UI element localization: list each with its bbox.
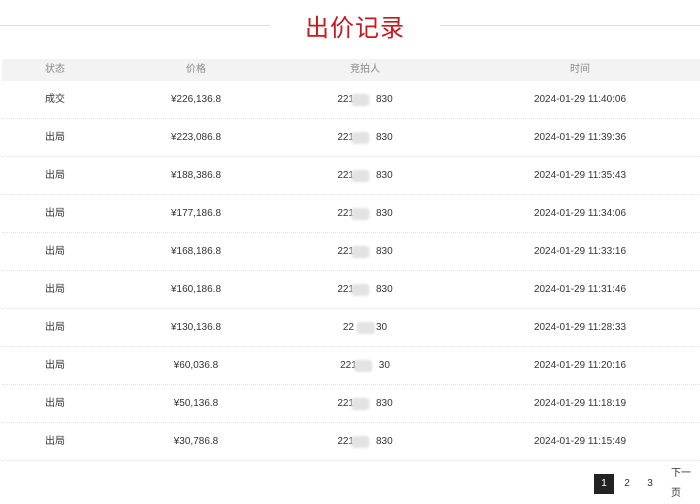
- row-price: ¥188,386.8: [170, 170, 222, 181]
- bidder-id: 221 830: [337, 157, 393, 195]
- row-status: 出局: [45, 322, 65, 333]
- row-status: 出局: [45, 436, 65, 447]
- row-bidder: 221 830: [337, 119, 393, 157]
- table-row: 出局 ¥60,036.8 221 30 2024-01-29 11:20:16: [2, 347, 700, 385]
- page-button-1[interactable]: 1: [594, 474, 614, 494]
- bidder-id-suffix: 830: [376, 246, 393, 257]
- privacy-mask: [351, 436, 370, 448]
- row-bidder: 221 830: [337, 157, 393, 195]
- row-time: 2024-01-29 11:15:49: [533, 436, 627, 447]
- row-bidder: 221 30: [340, 347, 390, 385]
- column-header-bidder: 竞拍人: [350, 64, 380, 75]
- pagination: 123 下一页: [594, 468, 700, 499]
- next-page-button[interactable]: 下一页: [671, 464, 700, 504]
- row-price: ¥50,136.8: [173, 398, 219, 409]
- row-price: ¥226,136.8: [170, 94, 222, 105]
- bidder-id: 221 830: [337, 195, 393, 233]
- table-row: 出局 ¥30,786.8 221 830 2024-01-29 11:15:49: [2, 423, 700, 461]
- table-header: 状态 价格 竞拍人 时间: [2, 59, 700, 81]
- row-price: ¥168,186.8: [170, 246, 222, 257]
- row-status: 出局: [45, 208, 65, 219]
- row-time: 2024-01-29 11:33:16: [533, 246, 627, 257]
- page-number-list: 123: [594, 474, 663, 494]
- privacy-mask: [351, 132, 370, 144]
- row-time: 2024-01-29 11:28:33: [533, 322, 627, 333]
- row-price: ¥60,036.8: [173, 360, 219, 371]
- privacy-mask: [351, 170, 370, 182]
- table-row: 出局 ¥177,186.8 221 830 2024-01-29 11:34:06: [2, 195, 700, 233]
- table-row: 出局 ¥50,136.8 221 830 2024-01-29 11:18:19: [2, 385, 700, 423]
- bidder-id: 221 830: [337, 81, 393, 119]
- privacy-mask: [351, 284, 370, 296]
- row-time: 2024-01-29 11:34:06: [533, 208, 627, 219]
- bidder-id-suffix: 830: [376, 94, 393, 105]
- row-bidder: 221 830: [337, 195, 393, 233]
- table-row: 出局 ¥223,086.8 221 830 2024-01-29 11:39:36: [2, 119, 700, 157]
- table-row: 成交 ¥226,136.8 221 830 2024-01-29 11:40:06: [2, 81, 700, 119]
- bidder-id: 221 830: [337, 423, 393, 461]
- row-status: 出局: [45, 246, 65, 257]
- privacy-mask: [354, 360, 373, 372]
- row-bidder: 221 830: [337, 423, 393, 461]
- bidder-id-prefix: 22: [342, 322, 354, 333]
- row-status: 出局: [45, 284, 65, 295]
- row-bidder: 221 830: [337, 271, 393, 309]
- bidder-id: 221 830: [337, 119, 393, 157]
- column-header-time: 时间: [570, 64, 590, 75]
- table-row: 出局 ¥130,136.8 22 30 2024-01-29 11:28:33: [2, 309, 700, 347]
- row-time: 2024-01-29 11:18:19: [533, 398, 627, 409]
- row-bidder: 22 30: [343, 309, 387, 347]
- row-price: ¥160,186.8: [170, 284, 222, 295]
- bidder-id: 221 30: [340, 347, 390, 385]
- title-bar: 出价记录: [0, 0, 700, 52]
- table-row: 出局 ¥188,386.8 221 830 2024-01-29 11:35:43: [2, 157, 700, 195]
- row-price: ¥30,786.8: [173, 436, 219, 447]
- row-bidder: 221 830: [337, 233, 393, 271]
- privacy-mask: [351, 246, 370, 258]
- page-button-3[interactable]: 3: [640, 474, 660, 494]
- row-price: ¥130,136.8: [170, 322, 222, 333]
- row-bidder: 221 830: [337, 385, 393, 423]
- row-price: ¥177,186.8: [170, 208, 222, 219]
- row-time: 2024-01-29 11:20:16: [533, 360, 627, 371]
- row-time: 2024-01-29 11:31:46: [533, 284, 627, 295]
- privacy-mask: [356, 322, 375, 334]
- column-header-status: 状态: [45, 64, 65, 75]
- bidder-id-suffix: 830: [376, 436, 393, 447]
- bidder-id: 22 30: [343, 309, 387, 347]
- table-row: 出局 ¥168,186.8 221 830 2024-01-29 11:33:16: [2, 233, 700, 271]
- row-time: 2024-01-29 11:40:06: [533, 94, 627, 105]
- bidder-id-suffix: 830: [376, 132, 393, 143]
- row-time: 2024-01-29 11:39:36: [533, 132, 627, 143]
- bidder-id-suffix: 30: [378, 360, 390, 371]
- bidder-id: 221 830: [337, 233, 393, 271]
- page-button-2[interactable]: 2: [617, 474, 637, 494]
- bidder-id: 221 830: [337, 385, 393, 423]
- bidder-id-suffix: 830: [376, 170, 393, 181]
- privacy-mask: [351, 208, 370, 220]
- bidder-id: 221 830: [337, 271, 393, 309]
- row-status: 成交: [45, 94, 65, 105]
- row-status: 出局: [45, 132, 65, 143]
- row-bidder: 221 830: [337, 81, 393, 119]
- bidder-id-suffix: 830: [376, 208, 393, 219]
- row-status: 出局: [45, 170, 65, 181]
- privacy-mask: [351, 398, 370, 410]
- bid-record-panel: 出价记录 状态 价格 竞拍人 时间 成交 ¥226,136.8 221 830 2024…: [0, 0, 700, 499]
- row-price: ¥223,086.8: [170, 132, 222, 143]
- bid-table: 状态 价格 竞拍人 时间 成交 ¥226,136.8 221 830 2024-01-2…: [2, 59, 700, 461]
- row-time: 2024-01-29 11:35:43: [533, 170, 627, 181]
- bidder-id-suffix: 30: [376, 322, 388, 333]
- row-status: 出局: [45, 398, 65, 409]
- column-header-price: 价格: [186, 64, 206, 75]
- bidder-id-suffix: 830: [376, 284, 393, 295]
- privacy-mask: [351, 94, 370, 106]
- row-status: 出局: [45, 360, 65, 371]
- bidder-id-suffix: 830: [376, 398, 393, 409]
- table-body: 成交 ¥226,136.8 221 830 2024-01-29 11:40:06 出局 ¥…: [2, 81, 700, 461]
- title-divider-right: [440, 25, 700, 26]
- table-row: 出局 ¥160,186.8 221 830 2024-01-29 11:31:46: [2, 271, 700, 309]
